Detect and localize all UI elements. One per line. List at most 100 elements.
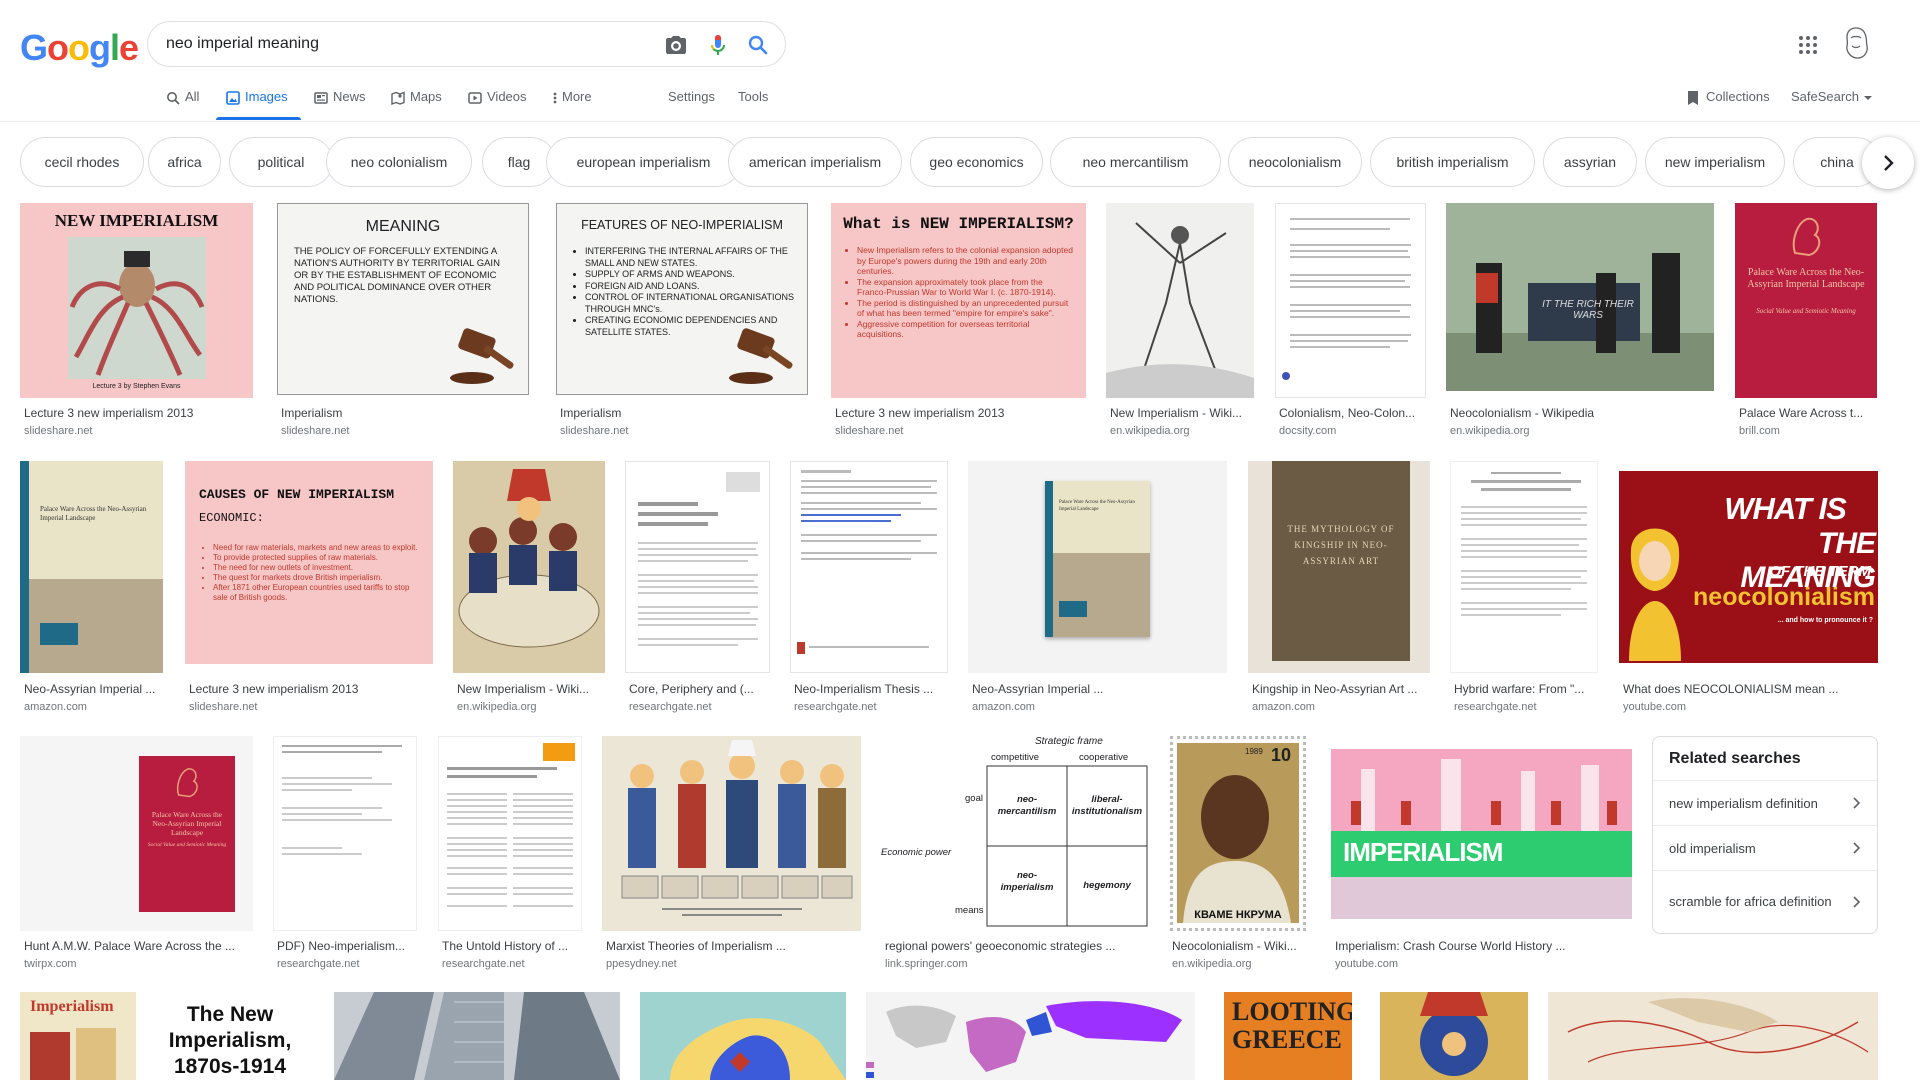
filter-chip[interactable]: assyrian — [1543, 137, 1637, 187]
filter-chip[interactable]: geo economics — [910, 137, 1043, 187]
image-result[interactable]: LOOTING GREECE — [1224, 992, 1352, 1080]
camera-icon[interactable] — [664, 33, 688, 57]
tab-label: All — [185, 89, 200, 104]
book-subtitle: Social Value and Semiotic Meaning — [147, 842, 227, 848]
tab-all[interactable]: All — [166, 89, 199, 121]
related-searches-heading: Related searches — [1669, 750, 1801, 767]
slide-subtitle: ECONOMIC: — [199, 511, 264, 525]
filter-chip[interactable]: flag — [482, 137, 556, 187]
tab-more[interactable]: More — [553, 89, 592, 121]
slide-bullet: FOREIGN AID AND LOANS. — [585, 281, 797, 293]
slide-title: What is NEW IMPERIALISM? — [843, 215, 1074, 233]
filter-chip[interactable]: political — [229, 137, 333, 187]
result-source: slideshare.net — [189, 701, 258, 713]
filter-chip[interactable]: neocolonialism — [1228, 137, 1362, 187]
result-source: slideshare.net — [835, 425, 904, 437]
octopus-cartoon-image — [68, 237, 206, 379]
related-search-item[interactable]: scramble for africa definition — [1653, 870, 1877, 933]
filter-chip[interactable]: africa — [148, 137, 221, 187]
paper-page-image — [638, 472, 760, 646]
result-thumbnail — [625, 461, 770, 673]
slide-bullet: The period is distinguished by an unprec… — [857, 298, 1073, 319]
video-icon — [468, 91, 482, 105]
related-search-item[interactable]: new imperialism definition — [1653, 780, 1877, 825]
google-images-page: Google All Images News Maps Videos More Settin… — [0, 0, 1920, 1080]
result-source: en.wikipedia.org — [1450, 425, 1530, 437]
gavel-icon — [729, 328, 793, 384]
filter-chip[interactable]: neo mercantilism — [1050, 137, 1221, 187]
thumbnail-text: The New Imperialism, 1870s-1914 — [168, 1003, 292, 1078]
microphone-icon[interactable] — [706, 33, 730, 57]
image-result[interactable] — [640, 992, 846, 1080]
filter-chip[interactable]: british imperialism — [1370, 137, 1535, 187]
strategy-matrix-diagram — [986, 765, 1148, 927]
related-search-label: old imperialism — [1669, 840, 1756, 856]
tab-label: More — [562, 89, 592, 104]
filter-chip[interactable]: new imperialism — [1645, 137, 1785, 187]
result-source: amazon.com — [24, 701, 87, 713]
result-source: researchgate.net — [629, 701, 712, 713]
paper-page-image — [282, 745, 402, 855]
result-source: slideshare.net — [560, 425, 629, 437]
gavel-icon — [450, 328, 514, 384]
image-result[interactable]: Imperialism The New Imperialism, 1870s-1… — [20, 992, 314, 1080]
tab-videos[interactable]: Videos — [468, 89, 527, 121]
lion-emblem-icon — [1792, 217, 1821, 257]
diagram-cell: hegemony — [1083, 880, 1131, 891]
colonial-empires-map — [866, 992, 1195, 1080]
tab-news[interactable]: News — [314, 89, 366, 121]
tab-settings[interactable]: Settings — [668, 89, 715, 121]
chevron-right-icon — [1853, 797, 1861, 809]
result-thumbnail — [1106, 203, 1254, 398]
filter-chip[interactable]: cecil rhodes — [20, 137, 144, 187]
avatar[interactable] — [1840, 26, 1872, 62]
google-logo[interactable]: Google — [20, 27, 139, 69]
image-result[interactable] — [1548, 992, 1878, 1080]
result-title: Hybrid warfare: From "... — [1454, 682, 1585, 696]
result-thumbnail — [1275, 203, 1426, 398]
result-source: researchgate.net — [442, 958, 525, 970]
skyscrapers-photo — [334, 992, 620, 1080]
tab-maps[interactable]: Maps — [391, 89, 442, 121]
result-thumbnail: Palace Ware Across the Neo-Assyrian Impe… — [20, 461, 163, 673]
result-title: Lecture 3 new imperialism 2013 — [24, 406, 194, 420]
stamp-value: 10 — [1271, 745, 1292, 765]
result-title: Marxist Theories of Imperialism ... — [606, 939, 786, 953]
video-text-line: OF THE TERM — [1769, 563, 1871, 580]
safesearch-button[interactable]: SafeSearch — [1791, 89, 1872, 121]
filter-chip[interactable]: european imperialism — [546, 137, 741, 187]
image-result[interactable] — [866, 992, 1195, 1080]
slide-title: FEATURES OF NEO-IMPERIALISM — [581, 218, 783, 232]
collections-button[interactable]: Collections — [1685, 89, 1770, 121]
tab-label: Maps — [410, 89, 442, 104]
chips-next-button[interactable] — [1862, 137, 1914, 189]
tab-label: Videos — [487, 89, 527, 104]
stamp-portrait-image — [1177, 743, 1299, 923]
related-search-item[interactable]: old imperialism — [1653, 825, 1877, 870]
filter-chip[interactable]: american imperialism — [728, 137, 902, 187]
diagram-cell: neo-mercantilism — [997, 794, 1057, 817]
active-tab-indicator — [216, 117, 301, 120]
china-cake-cartoon — [453, 461, 605, 673]
result-title: Imperialism: Crash Course World History … — [1335, 939, 1566, 953]
image-result[interactable] — [334, 992, 620, 1080]
thesis-page-image — [797, 470, 937, 654]
result-source: youtube.com — [1335, 958, 1398, 970]
image-result[interactable] — [1380, 992, 1528, 1080]
rhodes-colossus-image — [1106, 222, 1254, 398]
apps-grid-icon[interactable] — [1796, 33, 1820, 57]
result-source: amazon.com — [972, 701, 1035, 713]
banner-text: IT THE RICH THEIR WARS — [1542, 299, 1634, 321]
search-icon[interactable] — [746, 33, 770, 57]
news-icon — [314, 91, 328, 105]
result-thumbnail: IT THE RICH THEIR WARS — [1446, 203, 1714, 391]
book-title: Palace Ware Across the Neo-Assyrian Impe… — [151, 810, 223, 837]
result-thumbnail — [273, 736, 417, 931]
filter-chip[interactable]: neo colonialism — [326, 137, 472, 187]
tab-tools[interactable]: Tools — [738, 89, 768, 121]
stamp-name: КВАМЕ НКРУМА — [1194, 909, 1282, 921]
diagram-cell: liberal-institutionalism — [1071, 794, 1143, 817]
thumbnail-text: Imperialism — [30, 998, 114, 1015]
result-source: brill.com — [1739, 425, 1780, 437]
search-input[interactable] — [166, 33, 636, 55]
